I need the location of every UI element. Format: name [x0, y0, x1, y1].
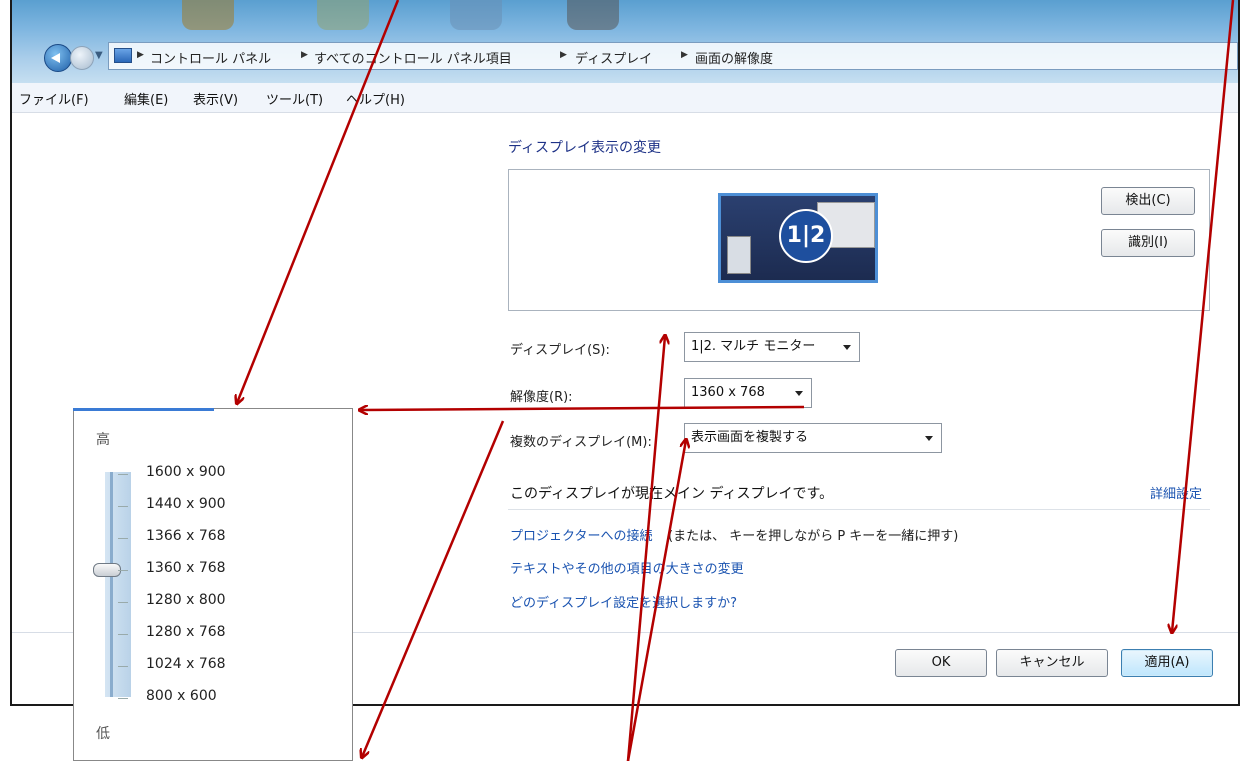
annotation-arrow	[360, 407, 805, 410]
annotation-arrow	[626, 336, 665, 761]
annotation-arrows	[0, 0, 1235, 761]
annotation-arrow	[237, 0, 400, 403]
annotation-arrow	[1172, 0, 1235, 632]
annotation-arrow	[362, 420, 505, 757]
annotation-arrow	[626, 440, 686, 761]
